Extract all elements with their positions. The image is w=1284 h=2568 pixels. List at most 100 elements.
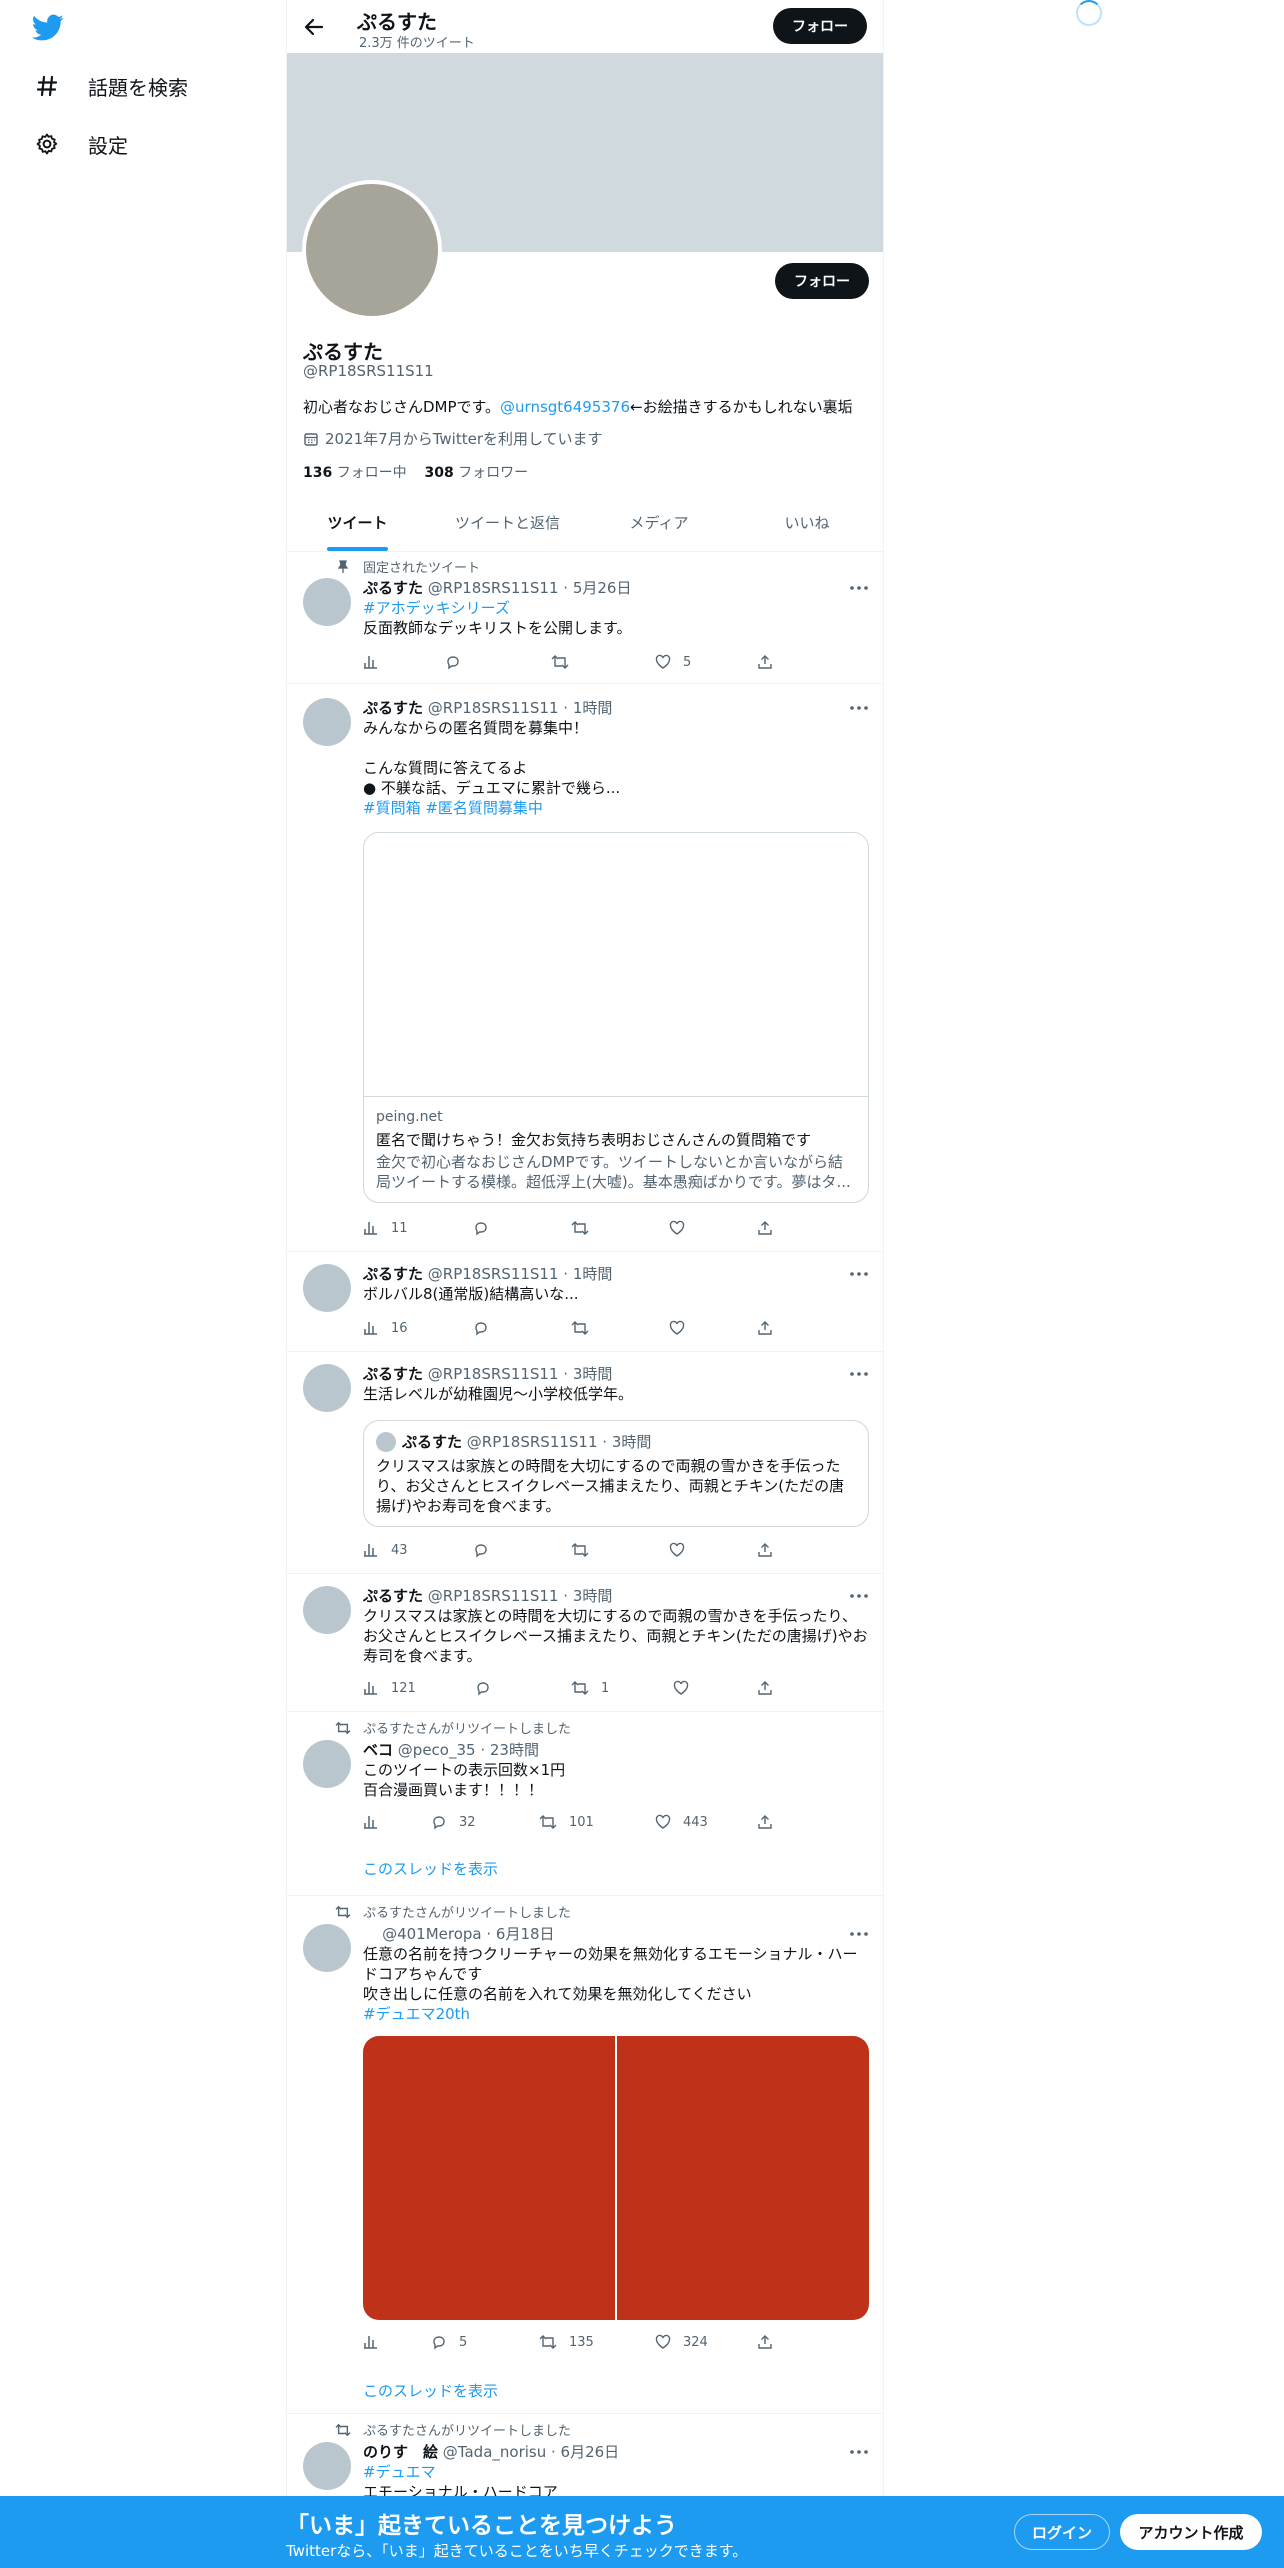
reply-button[interactable]	[445, 652, 473, 672]
like-button[interactable]: 324	[655, 2332, 708, 2352]
more-options-icon[interactable]	[849, 578, 869, 598]
nav-settings-label: 設定	[88, 133, 128, 158]
avatar[interactable]	[303, 1924, 351, 1972]
reply-button[interactable]: 32	[431, 1812, 476, 1832]
more-options-icon[interactable]	[849, 698, 869, 718]
retweet-button[interactable]	[571, 1318, 601, 1338]
media-image[interactable]	[363, 2036, 615, 2320]
share-button[interactable]	[757, 1812, 785, 1832]
link-card[interactable]: peing.net 匿名で聞けちゃう！金欠お気持ち表明おじさんさんの質問箱です …	[363, 832, 869, 1203]
retweet-icon	[571, 1681, 589, 1695]
tweet-hashtags[interactable]: #質問箱 #匿名質問募集中	[363, 798, 869, 818]
retweet-button[interactable]	[571, 1540, 601, 1560]
avatar[interactable]	[303, 1740, 351, 1788]
views-button[interactable]	[363, 2332, 391, 2352]
tweet-question-box[interactable]: ぷるすた @RP18SRS11S11 · 1時間 みんなからの匿名質問を募集中！…	[287, 684, 883, 1252]
share-icon	[758, 1681, 772, 1695]
retweet-button[interactable]: 135	[539, 2332, 594, 2352]
retweet-button[interactable]	[571, 1218, 601, 1238]
more-options-icon[interactable]	[849, 1264, 869, 1284]
reply-button[interactable]	[475, 1678, 503, 1698]
profile-avatar[interactable]	[302, 180, 442, 320]
share-button[interactable]	[757, 1318, 785, 1338]
tweet-christmas[interactable]: ぷるすた @RP18SRS11S11 · 3時間 クリスマスは家族との時間を大切…	[287, 1574, 883, 1712]
following-link[interactable]: 136 フォロー中	[303, 465, 407, 481]
nav-settings[interactable]: 設定	[32, 124, 128, 164]
avatar[interactable]	[303, 2442, 351, 2490]
header-follow-button[interactable]: フォロー	[773, 8, 867, 44]
followers-link[interactable]: 308 フォロワー	[425, 465, 529, 481]
like-button[interactable]: 5	[655, 652, 691, 672]
retweet-icon	[551, 655, 569, 669]
tweet-hashtag[interactable]: #アホデッキシリーズ	[363, 598, 869, 618]
tweet-retweet-meropa[interactable]: ぷるすたさんがリツイートしました @401Meropa · 6月18日 任意の名…	[287, 1896, 883, 2414]
author-name[interactable]: ぷるすた	[363, 579, 423, 597]
avatar[interactable]	[303, 578, 351, 626]
author-name[interactable]: ぷるすた	[363, 1587, 423, 1605]
avatar[interactable]	[303, 698, 351, 746]
retweet-button[interactable]: 101	[539, 1812, 594, 1832]
author-name[interactable]: ぷるすた	[363, 1265, 423, 1283]
share-button[interactable]	[757, 2332, 785, 2352]
media-image[interactable]	[617, 2036, 869, 2320]
show-thread-link[interactable]: このスレッドを表示	[363, 1858, 498, 1879]
reply-icon	[477, 1682, 489, 1696]
retweet-button[interactable]: 1	[571, 1678, 609, 1698]
retweet-button[interactable]	[551, 652, 581, 672]
login-button[interactable]: ログイン	[1014, 2514, 1110, 2550]
reply-button[interactable]	[473, 1218, 501, 1238]
views-button[interactable]	[363, 1812, 391, 1832]
analytics-icon	[364, 1544, 377, 1557]
avatar[interactable]	[303, 1264, 351, 1312]
reply-button[interactable]	[473, 1540, 501, 1560]
like-button[interactable]	[669, 1540, 697, 1560]
tab-media[interactable]: メディア	[587, 500, 731, 552]
tweet-pinned[interactable]: 固定されたツイート ぷるすた @RP18SRS11S11 · 5月26日 #アホ…	[287, 552, 883, 684]
more-options-icon[interactable]	[849, 1364, 869, 1384]
tab-tweets-and-replies[interactable]: ツイートと返信	[428, 500, 587, 552]
profile-follow-button[interactable]: フォロー	[775, 263, 869, 299]
avatar[interactable]	[303, 1364, 351, 1412]
tweet-hashtag[interactable]: #デュエマ	[363, 2462, 869, 2482]
author-name[interactable]: ベコ	[363, 1741, 393, 1759]
tweet-quote[interactable]: ぷるすた @RP18SRS11S11 · 3時間 生活レベルが幼稚園児〜小学校低…	[287, 1352, 883, 1574]
share-button[interactable]	[757, 1678, 785, 1698]
like-button[interactable]: 443	[655, 1812, 708, 1832]
like-button[interactable]	[673, 1678, 701, 1698]
tab-tweets[interactable]: ツイート	[287, 500, 428, 552]
avatar[interactable]	[303, 1586, 351, 1634]
views-button[interactable]: 16	[363, 1318, 408, 1338]
views-button[interactable]: 11	[363, 1218, 408, 1238]
views-button[interactable]: 43	[363, 1540, 408, 1560]
tab-likes[interactable]: いいね	[731, 500, 883, 552]
more-options-icon[interactable]	[849, 2442, 869, 2462]
reply-button[interactable]: 5	[431, 2332, 467, 2352]
bio-mention-link[interactable]: @urnsgt6495376	[500, 398, 630, 416]
share-button[interactable]	[757, 652, 785, 672]
quoted-tweet[interactable]: ぷるすた @RP18SRS11S11 · 3時間 クリスマスは家族との時間を大切…	[363, 1420, 869, 1527]
retweet-context: ぷるすたさんがリツイートしました	[335, 1902, 571, 1921]
retweet-context-icon	[335, 2422, 351, 2438]
author-name[interactable]: のりす 絵	[363, 2443, 438, 2461]
reply-button[interactable]	[473, 1318, 501, 1338]
author-name[interactable]: ぷるすた	[363, 699, 423, 717]
prompt-subtitle: Twitterなら、「いま」起きていることをいち早くチェックできます。	[286, 2542, 748, 2560]
views-button[interactable]	[363, 652, 391, 672]
tweet-actions: 11	[363, 1218, 783, 1238]
tweet-retweet-peco[interactable]: ぷるすたさんがリツイートしました ベコ @peco_35 · 23時間 このツイ…	[287, 1712, 883, 1896]
like-button[interactable]	[669, 1218, 697, 1238]
twitter-logo-icon[interactable]	[32, 14, 66, 42]
like-button[interactable]	[669, 1318, 697, 1338]
author-name[interactable]: ぷるすた	[363, 1365, 423, 1383]
show-thread-link[interactable]: このスレッドを表示	[363, 2380, 498, 2401]
back-arrow-icon[interactable]	[299, 12, 329, 42]
nav-explore[interactable]: 話題を検索	[32, 66, 188, 106]
tweet-hashtag[interactable]: #デュエマ20th	[363, 2004, 869, 2024]
more-options-icon[interactable]	[849, 1586, 869, 1606]
share-button[interactable]	[757, 1540, 785, 1560]
signup-button[interactable]: アカウント作成	[1120, 2514, 1262, 2550]
share-button[interactable]	[757, 1218, 785, 1238]
views-button[interactable]: 121	[363, 1678, 416, 1698]
more-options-icon[interactable]	[849, 1924, 869, 1944]
tweet-bolbal[interactable]: ぷるすた @RP18SRS11S11 · 1時間 ボルバル8(通常版)結構高いな…	[287, 1252, 883, 1352]
